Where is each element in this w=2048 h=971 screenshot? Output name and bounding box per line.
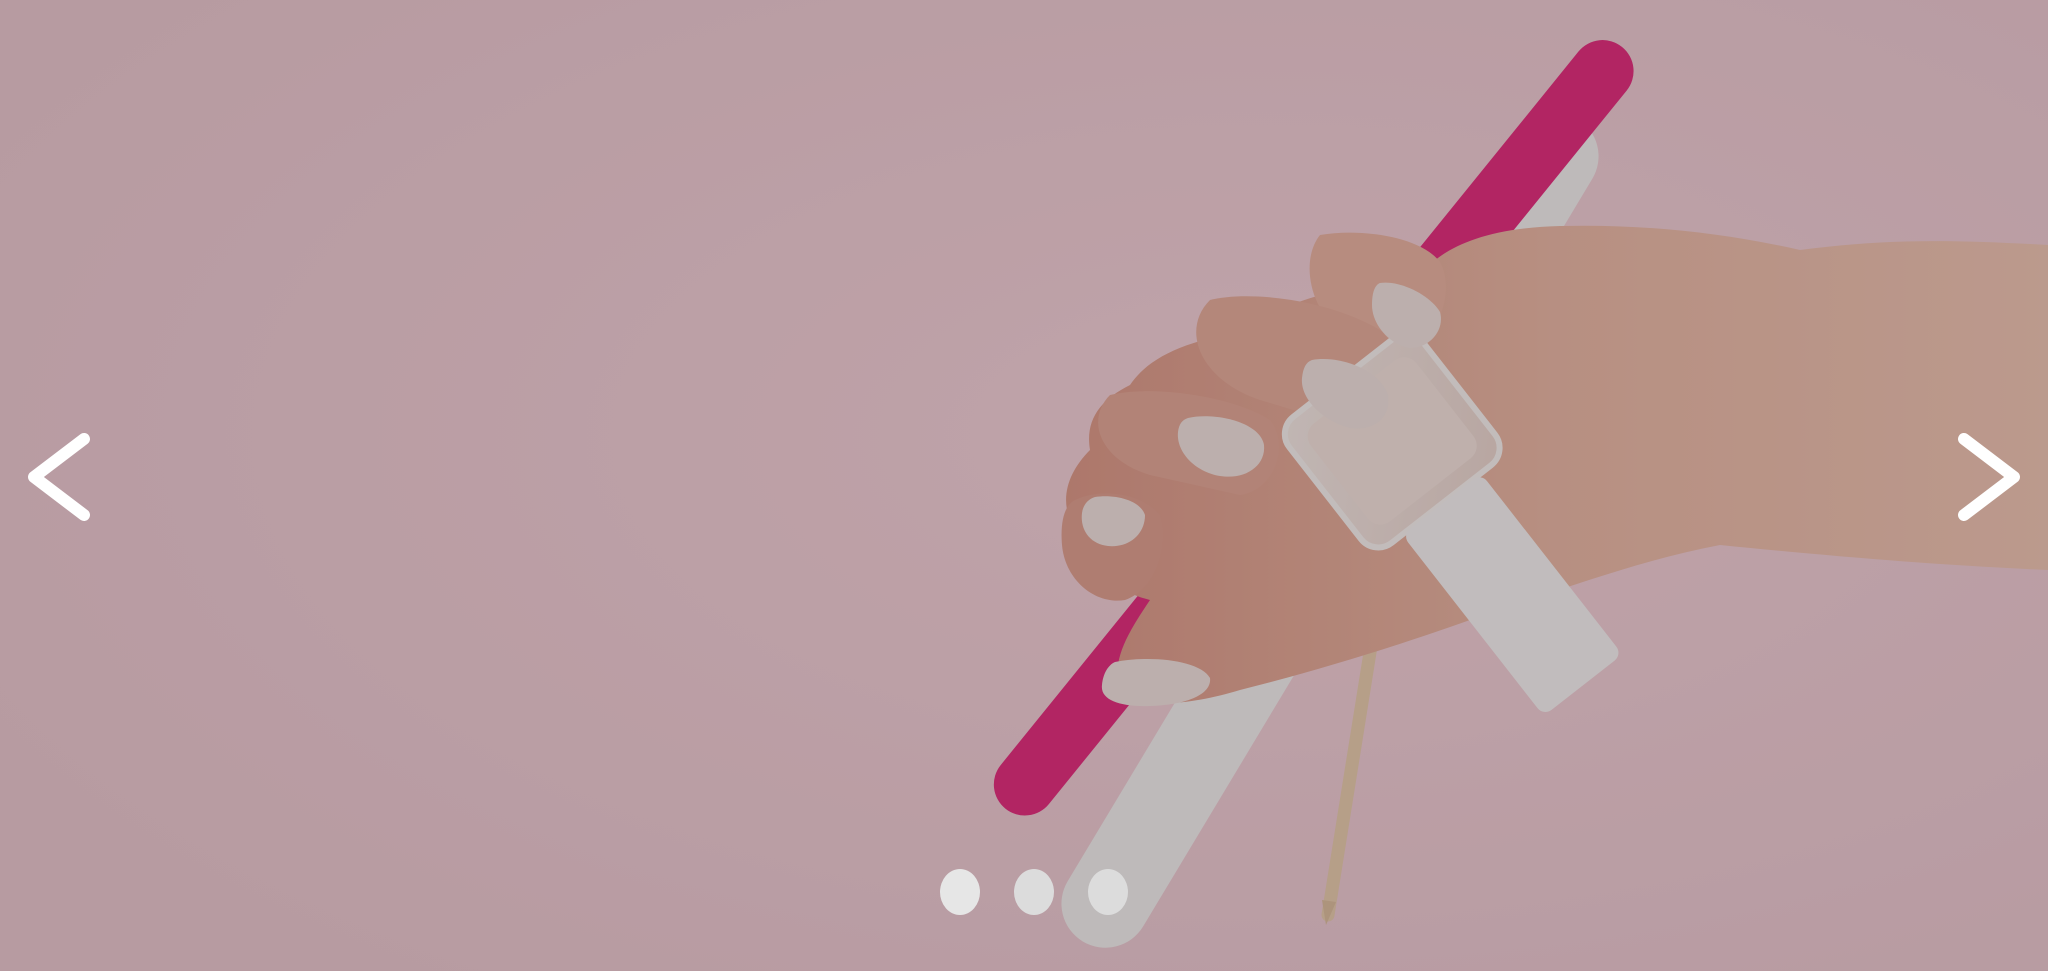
slide-indicator-2[interactable] [1014,869,1054,915]
chevron-right-icon [1958,433,2020,521]
chevron-left-icon [28,433,90,521]
next-slide-button[interactable] [1934,418,2044,552]
slide-indicators [940,869,1128,915]
slide-indicator-3[interactable] [1088,869,1128,915]
hero-carousel [0,0,2048,971]
previous-slide-button[interactable] [4,418,114,552]
slide-image [0,0,2048,971]
slide-indicator-1[interactable] [940,869,980,915]
